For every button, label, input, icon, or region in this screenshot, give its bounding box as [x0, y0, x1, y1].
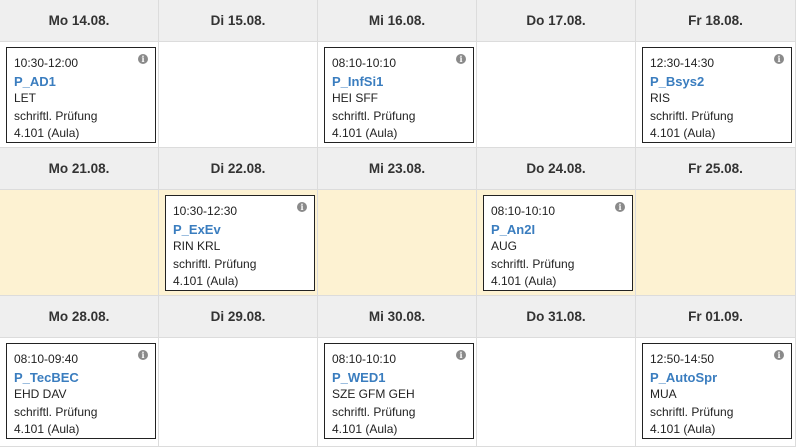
day-header: Di 29.08. — [159, 296, 318, 338]
exam-room: 4.101 (Aula) — [650, 126, 716, 141]
day-header: Do 31.08. — [477, 296, 636, 338]
exam-time: 08:10-10:10 — [332, 56, 397, 70]
day-header: Fr 18.08. — [636, 0, 796, 42]
exam-code-link[interactable]: P_AD1 — [14, 73, 148, 91]
day-cell: 08:10-10:10 P_WED1 SZE GFM GEH schriftl. Pr… — [318, 338, 477, 447]
day-cell: 08:10-09:40 P_TecBEC EHD DAV schriftl. Prüf… — [0, 338, 159, 447]
exam-code-link[interactable]: P_ExEv — [173, 221, 307, 239]
day-cell — [318, 190, 477, 296]
day-cell — [159, 42, 318, 148]
exam-entry[interactable]: 12:50-14:50 P_AutoSpr MUA schriftl. Prüfung… — [642, 343, 792, 439]
day-cell: 08:10-10:10 P_InfSi1 HEI SFF schriftl. Prüf… — [318, 42, 477, 148]
info-icon[interactable]: i — [615, 202, 625, 212]
exam-type: schriftl. Prüfung — [14, 108, 98, 123]
day-header: Mo 14.08. — [0, 0, 159, 42]
exam-examiners: RIS — [650, 91, 671, 106]
day-header: Do 17.08. — [477, 0, 636, 42]
day-header: Mi 30.08. — [318, 296, 477, 338]
exam-examiners: AUG — [491, 239, 518, 254]
exam-time: 12:50-14:50 — [650, 352, 715, 366]
exam-type: schriftl. Prüfung — [491, 256, 575, 271]
day-cell — [477, 338, 636, 447]
exam-code-link[interactable]: P_An2I — [491, 221, 625, 239]
info-icon[interactable]: i — [138, 54, 148, 64]
exam-code-link[interactable]: P_AutoSpr — [650, 369, 784, 387]
exam-code-link[interactable]: P_Bsys2 — [650, 73, 784, 91]
exam-entry[interactable]: 08:10-10:10 P_WED1 SZE GFM GEH schriftl. Pr… — [324, 343, 474, 439]
exam-entry[interactable]: 08:10-10:10 P_An2I AUG schriftl. Prüfung 4.1… — [483, 195, 633, 291]
exam-code-link[interactable]: P_WED1 — [332, 369, 466, 387]
day-cell — [0, 190, 159, 296]
exam-type: schriftl. Prüfung — [173, 256, 257, 271]
day-header: Mo 21.08. — [0, 148, 159, 190]
exam-type: schriftl. Prüfung — [650, 404, 734, 419]
exam-room: 4.101 (Aula) — [173, 274, 239, 289]
exam-room: 4.101 (Aula) — [14, 126, 80, 141]
day-cell: 12:50-14:50 P_AutoSpr MUA schriftl. Prüfung… — [636, 338, 796, 447]
exam-type: schriftl. Prüfung — [332, 108, 416, 123]
exam-examiners: LET — [14, 91, 37, 106]
exam-entry[interactable]: 10:30-12:30 P_ExEv RIN KRL schriftl. Prüfun… — [165, 195, 315, 291]
day-cell: 12:30-14:30 P_Bsys2 RIS schriftl. Prüfung 4.… — [636, 42, 796, 148]
info-icon[interactable]: i — [456, 54, 466, 64]
day-header: Mo 28.08. — [0, 296, 159, 338]
exam-calendar: Mo 14.08. Di 15.08. Mi 16.08. Do 17.08. Fr 1… — [0, 0, 796, 447]
info-icon[interactable]: i — [297, 202, 307, 212]
exam-room: 4.101 (Aula) — [650, 422, 716, 437]
info-icon[interactable]: i — [456, 350, 466, 360]
exam-entry[interactable]: 08:10-09:40 P_TecBEC EHD DAV schriftl. Prüf… — [6, 343, 156, 439]
exam-entry[interactable]: 12:30-14:30 P_Bsys2 RIS schriftl. Prüfung 4.… — [642, 47, 792, 143]
exam-time: 10:30-12:30 — [173, 204, 238, 218]
day-header: Do 24.08. — [477, 148, 636, 190]
day-cell: 08:10-10:10 P_An2I AUG schriftl. Prüfung 4.1… — [477, 190, 636, 296]
exam-code-link[interactable]: P_TecBEC — [14, 369, 148, 387]
day-header: Fr 01.09. — [636, 296, 796, 338]
exam-time: 10:30-12:00 — [14, 56, 79, 70]
info-icon[interactable]: i — [138, 350, 148, 360]
exam-type: schriftl. Prüfung — [650, 108, 734, 123]
exam-type: schriftl. Prüfung — [332, 404, 416, 419]
day-header: Mi 23.08. — [318, 148, 477, 190]
exam-type: schriftl. Prüfung — [14, 404, 98, 419]
exam-examiners: RIN KRL — [173, 239, 221, 254]
exam-entry[interactable]: 08:10-10:10 P_InfSi1 HEI SFF schriftl. Prüf… — [324, 47, 474, 143]
exam-time: 08:10-10:10 — [332, 352, 397, 366]
exam-room: 4.101 (Aula) — [332, 422, 398, 437]
exam-room: 4.101 (Aula) — [14, 422, 80, 437]
exam-time: 08:10-09:40 — [14, 352, 79, 366]
day-header: Di 15.08. — [159, 0, 318, 42]
exam-examiners: HEI SFF — [332, 91, 379, 106]
day-cell: 10:30-12:30 P_ExEv RIN KRL schriftl. Prüfun… — [159, 190, 318, 296]
day-cell — [636, 190, 796, 296]
day-header: Di 22.08. — [159, 148, 318, 190]
day-cell — [159, 338, 318, 447]
exam-room: 4.101 (Aula) — [491, 274, 557, 289]
day-cell — [477, 42, 636, 148]
exam-code-link[interactable]: P_InfSi1 — [332, 73, 466, 91]
info-icon[interactable]: i — [774, 350, 784, 360]
info-icon[interactable]: i — [774, 54, 784, 64]
day-cell: 10:30-12:00 P_AD1 LET schriftl. Prüfung 4.10… — [0, 42, 159, 148]
exam-examiners: EHD DAV — [14, 387, 67, 402]
exam-room: 4.101 (Aula) — [332, 126, 398, 141]
exam-examiners: SZE GFM GEH — [332, 387, 415, 402]
exam-entry[interactable]: 10:30-12:00 P_AD1 LET schriftl. Prüfung 4.10… — [6, 47, 156, 143]
day-header: Fr 25.08. — [636, 148, 796, 190]
exam-time: 12:30-14:30 — [650, 56, 715, 70]
exam-time: 08:10-10:10 — [491, 204, 556, 218]
day-header: Mi 16.08. — [318, 0, 477, 42]
exam-examiners: MUA — [650, 387, 677, 402]
